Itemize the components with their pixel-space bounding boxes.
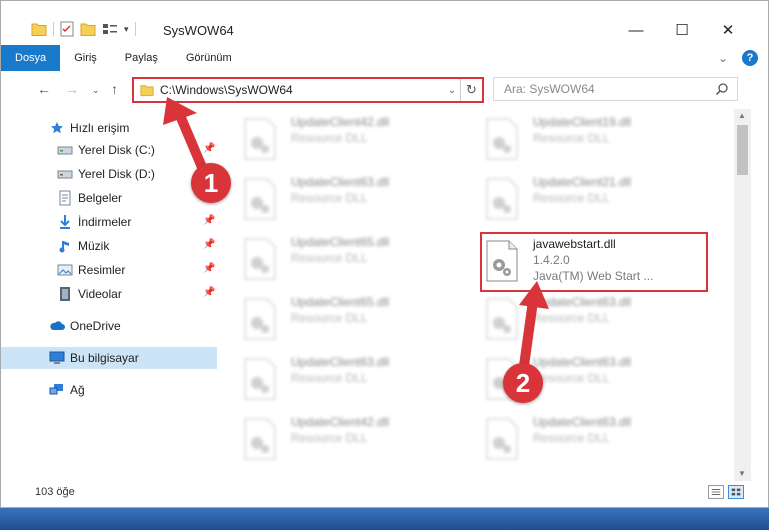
callout-2: 2 xyxy=(503,363,543,403)
callout-1: 1 xyxy=(191,163,231,203)
desktop-background xyxy=(0,508,769,530)
callout-arrows xyxy=(163,97,549,378)
explorer-window: ▾ SysWOW64 — ☐ ✕ Dosya Giriş Paylaş Görü… xyxy=(0,0,769,508)
